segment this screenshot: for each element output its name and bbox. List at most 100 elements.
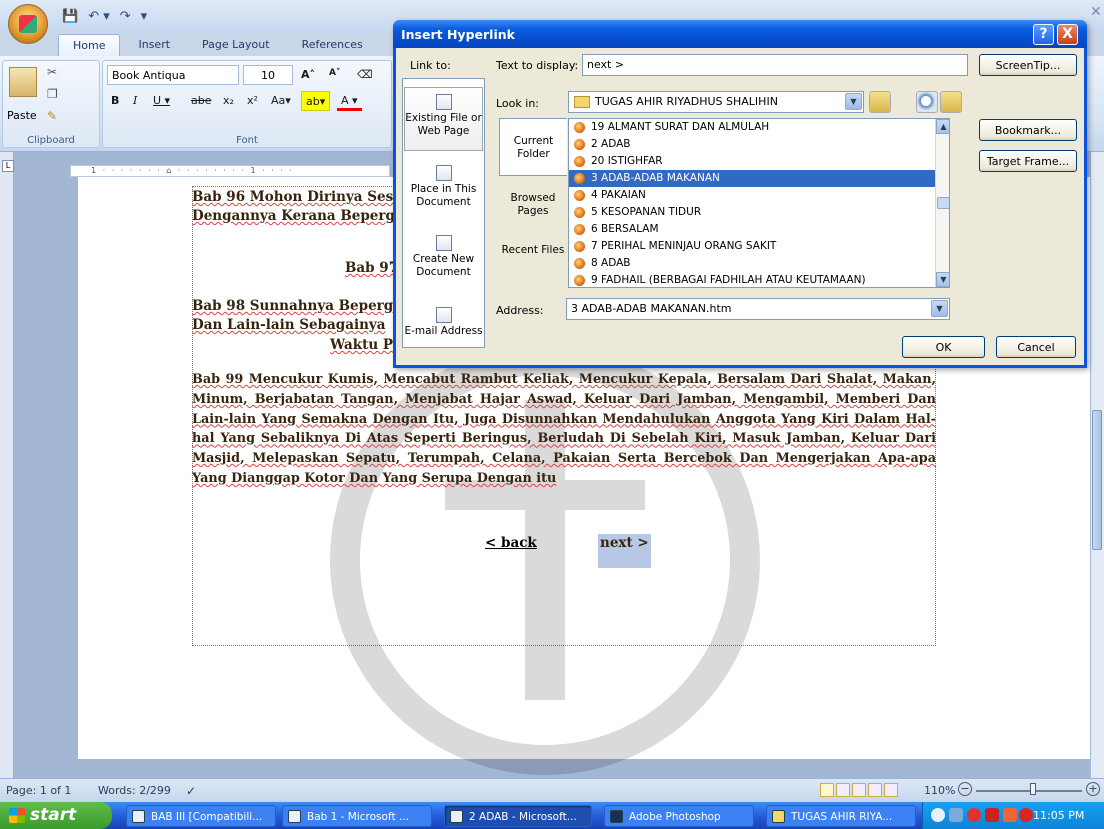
security-icon[interactable] bbox=[967, 808, 981, 822]
zoom-slider[interactable] bbox=[976, 790, 1082, 792]
font-color-button[interactable]: A ▾ bbox=[337, 91, 362, 111]
task-bab-iii[interactable]: BAB III [Compatibili... bbox=[126, 805, 276, 827]
file-list-scroll-thumb[interactable] bbox=[937, 197, 949, 209]
file-list[interactable]: 19 ALMANT SURAT DAN ALMULAH 2 ADAB 20 IS… bbox=[568, 118, 950, 288]
tab-selector[interactable]: L bbox=[2, 160, 14, 172]
word-count[interactable]: Words: 2/299 bbox=[98, 784, 171, 797]
print-layout-icon[interactable] bbox=[820, 783, 834, 797]
recent-files-tab[interactable]: Recent Files bbox=[499, 240, 567, 280]
target-frame-button[interactable]: Target Frame... bbox=[979, 150, 1077, 172]
list-item[interactable]: 4 PAKAIAN bbox=[569, 187, 935, 204]
close-button[interactable]: X bbox=[1057, 24, 1078, 45]
up-one-folder-icon[interactable] bbox=[869, 91, 891, 113]
list-item[interactable]: 20 ISTIGHFAR bbox=[569, 153, 935, 170]
tray-app-icon[interactable] bbox=[1003, 808, 1017, 822]
close-icon[interactable]: ✕ bbox=[1090, 4, 1102, 20]
page-count[interactable]: Page: 1 of 1 bbox=[6, 784, 71, 797]
place-in-this-document-button[interactable]: Place in This Document bbox=[404, 161, 483, 221]
chevron-down-icon[interactable]: ▼ bbox=[845, 93, 862, 110]
browse-web-icon[interactable] bbox=[916, 91, 938, 113]
zoom-slider-thumb[interactable] bbox=[1030, 783, 1036, 795]
tab-insert[interactable]: Insert bbox=[124, 34, 184, 56]
scroll-up-icon[interactable]: ▲ bbox=[936, 119, 949, 134]
list-item[interactable]: 6 BERSALAM bbox=[569, 221, 935, 238]
paste-button[interactable]: Paste bbox=[7, 109, 37, 122]
help-button[interactable]: ? bbox=[1033, 24, 1054, 45]
italic-button[interactable]: I bbox=[129, 91, 141, 111]
font-name-select[interactable]: Book Antiqua bbox=[107, 65, 239, 85]
cut-icon[interactable]: ✂ bbox=[47, 65, 57, 79]
browse-file-icon[interactable] bbox=[940, 91, 962, 113]
task-tugas-folder[interactable]: TUGAS AHIR RIYA... bbox=[766, 805, 916, 827]
create-new-document-button[interactable]: Create New Document bbox=[404, 229, 483, 289]
back-link[interactable]: < back bbox=[485, 534, 537, 553]
list-item[interactable]: 19 ALMANT SURAT DAN ALMULAH bbox=[569, 119, 935, 136]
vertical-scroll-thumb[interactable] bbox=[1092, 410, 1102, 550]
task-photoshop[interactable]: Adobe Photoshop bbox=[604, 805, 754, 827]
zoom-in-button[interactable]: + bbox=[1086, 782, 1100, 796]
ok-button[interactable]: OK bbox=[902, 336, 985, 358]
font-size-select[interactable]: 10 bbox=[243, 65, 293, 85]
scroll-down-icon[interactable]: ▼ bbox=[936, 272, 949, 287]
bookmark-button[interactable]: Bookmark... bbox=[979, 119, 1077, 141]
network-icon[interactable] bbox=[949, 808, 963, 822]
list-item[interactable]: 8 ADAB bbox=[569, 255, 935, 272]
format-painter-icon[interactable]: ✎ bbox=[47, 109, 57, 123]
antivirus-icon[interactable] bbox=[985, 808, 999, 822]
strikethrough-button[interactable]: abe bbox=[187, 91, 216, 111]
taskbar: start BAB III [Compatibili... Bab 1 - Mi… bbox=[0, 802, 1104, 829]
list-item[interactable]: 2 ADAB bbox=[569, 136, 935, 153]
look-in-select[interactable]: TUGAS AHIR RIYADHUS SHALIHIN ▼ bbox=[568, 91, 864, 113]
browsed-pages-tab[interactable]: Browsed Pages bbox=[499, 188, 567, 228]
task-2-adab[interactable]: 2 ADAB - Microsoft... bbox=[444, 805, 592, 827]
copy-icon[interactable]: ❐ bbox=[47, 87, 58, 101]
tab-page-layout[interactable]: Page Layout bbox=[188, 34, 284, 56]
cancel-button[interactable]: Cancel bbox=[996, 336, 1076, 358]
subscript-button[interactable]: x₂ bbox=[219, 91, 238, 111]
tab-home[interactable]: Home bbox=[58, 34, 121, 56]
tray-app2-icon[interactable] bbox=[1019, 808, 1033, 822]
grow-font-button[interactable]: A˄ bbox=[297, 65, 319, 85]
task-bab-1[interactable]: Bab 1 - Microsoft ... bbox=[282, 805, 432, 827]
existing-file-or-web-page-button[interactable]: Existing File or Web Page bbox=[404, 87, 483, 151]
ie-file-icon bbox=[574, 275, 585, 286]
customize-icon[interactable]: ▾ bbox=[141, 9, 148, 24]
list-item-selected[interactable]: 3 ADAB-ADAB MAKANAN bbox=[569, 170, 935, 187]
highlight-button[interactable]: ab▾ bbox=[301, 91, 331, 111]
full-screen-icon[interactable] bbox=[836, 783, 850, 797]
chevron-down-icon[interactable]: ▼ bbox=[931, 300, 948, 317]
tab-references[interactable]: References bbox=[288, 34, 377, 56]
address-input[interactable]: 3 ADAB-ADAB MAKANAN.htm ▼ bbox=[566, 298, 950, 320]
change-case-button[interactable]: Aa▾ bbox=[267, 91, 295, 111]
paste-icon[interactable] bbox=[9, 67, 37, 97]
save-icon[interactable]: 💾 bbox=[62, 9, 78, 24]
list-item[interactable]: 7 PERIHAL MENINJAU ORANG SAKIT bbox=[569, 238, 935, 255]
next-link-selected[interactable]: next > bbox=[598, 534, 651, 568]
zoom-out-button[interactable]: − bbox=[958, 782, 972, 796]
web-layout-icon[interactable] bbox=[852, 783, 866, 797]
email-address-button[interactable]: E-mail Address bbox=[404, 305, 483, 345]
redo-icon[interactable]: ↷ bbox=[120, 9, 131, 24]
text-to-display-input[interactable]: next > bbox=[582, 54, 968, 76]
list-item[interactable]: 5 KESOPANAN TIDUR bbox=[569, 204, 935, 221]
shrink-font-button[interactable]: A˅ bbox=[325, 65, 344, 85]
draft-icon[interactable] bbox=[884, 783, 898, 797]
current-folder-tab[interactable]: Current Folder bbox=[499, 118, 567, 176]
clear-format-button[interactable]: ⌫ bbox=[353, 65, 377, 85]
bold-button[interactable]: B bbox=[107, 91, 123, 111]
list-item[interactable]: 9 FADHAIL (BERBAGAI FADHILAH ATAU KEUTAM… bbox=[569, 272, 935, 287]
outline-icon[interactable] bbox=[868, 783, 882, 797]
ie-file-icon bbox=[574, 156, 585, 167]
file-list-scrollbar[interactable]: ▲ ▼ bbox=[935, 119, 949, 287]
office-button[interactable] bbox=[8, 4, 48, 44]
undo-icon[interactable]: ↶ ▾ bbox=[88, 9, 110, 24]
heading-bab98-line2: Dan Lain-lain Sebagainya bbox=[192, 317, 386, 333]
tray-expand-icon[interactable] bbox=[931, 808, 945, 822]
clock[interactable]: 11:05 PM bbox=[1033, 809, 1084, 822]
superscript-button[interactable]: x² bbox=[243, 91, 262, 111]
proofing-icon[interactable]: ✓ bbox=[186, 784, 196, 798]
underline-button[interactable]: U ▾ bbox=[149, 91, 174, 111]
screentip-button[interactable]: ScreenTip... bbox=[979, 54, 1077, 76]
start-button[interactable]: start bbox=[0, 802, 112, 829]
zoom-level[interactable]: 110% bbox=[924, 784, 955, 797]
